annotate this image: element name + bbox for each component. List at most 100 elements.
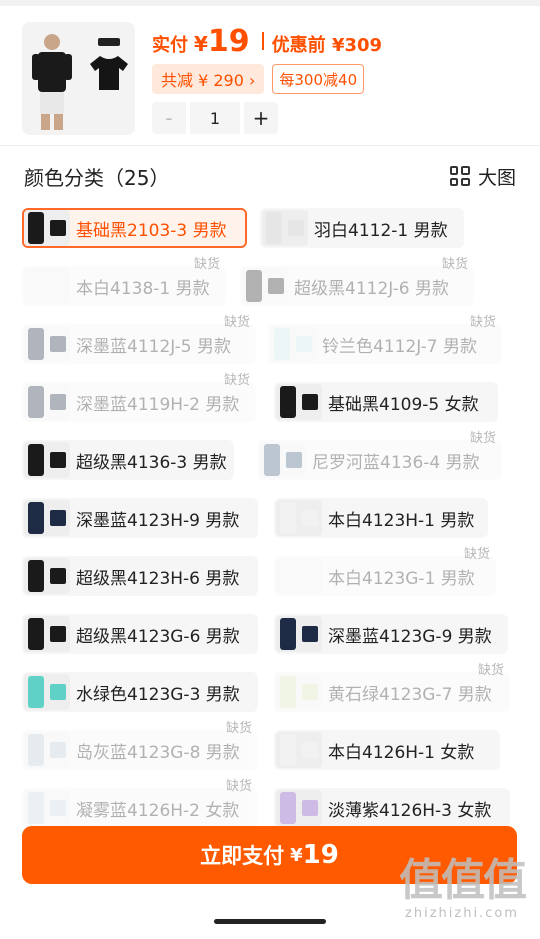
tshirt-icon <box>302 510 318 526</box>
pay-label: 实付 <box>152 35 188 56</box>
color-option[interactable]: 超级黑4123H-6 男款 <box>22 556 258 596</box>
color-option[interactable]: 深墨蓝4123H-9 男款 <box>22 498 258 538</box>
option-thumbnail <box>24 210 70 246</box>
grid-icon <box>449 166 470 186</box>
option-label: 本白4123H-1 男款 <box>328 510 475 531</box>
model-figure <box>274 328 290 360</box>
tshirt-icon <box>50 626 66 642</box>
model-figure <box>28 560 44 592</box>
color-option[interactable]: 深墨蓝4112J-5 男款 缺货 <box>22 315 256 364</box>
option-label: 黄石绿4123G-7 男款 <box>328 684 492 705</box>
total-discount-chip[interactable]: 共减 ¥ 290 › <box>152 64 265 94</box>
color-option[interactable]: 深墨蓝4119H-2 男款 缺货 <box>22 373 256 422</box>
option-thumbnail <box>242 268 288 304</box>
tshirt-icon <box>50 800 66 816</box>
color-option[interactable]: 黄石绿4123G-7 男款 缺货 <box>274 663 510 712</box>
option-thumbnail <box>260 442 306 478</box>
model-figure <box>28 618 44 650</box>
tshirt-icon <box>302 394 318 410</box>
color-option[interactable]: 淡薄紫4126H-3 女款 <box>274 788 510 828</box>
option-thumbnail <box>24 790 70 826</box>
brand-tag <box>98 38 120 46</box>
out-of-stock-tag: 缺货 <box>193 257 220 272</box>
tshirt-icon <box>296 336 312 352</box>
color-option[interactable]: 岛灰蓝4123G-8 男款 缺货 <box>22 721 258 770</box>
big-image-label: 大图 <box>477 166 516 189</box>
option-thumbnail <box>24 500 70 536</box>
out-of-stock-tag: 缺货 <box>469 431 496 446</box>
option-thumbnail <box>276 790 322 826</box>
pay-currency: ¥ <box>194 32 208 56</box>
model-figure <box>28 386 44 418</box>
model-figure <box>266 212 282 244</box>
out-of-stock-tag: 缺货 <box>469 315 496 330</box>
color-option[interactable]: 基础黑2103-3 男款 <box>22 208 247 248</box>
color-option[interactable]: 本白4123H-1 男款 <box>274 498 488 538</box>
color-option[interactable]: 水绿色4123G-3 男款 <box>22 672 258 712</box>
price-divider <box>261 32 264 50</box>
tshirt-icon <box>50 394 66 410</box>
out-of-stock-tag: 缺货 <box>225 721 252 736</box>
quantity-stepper: - 1 + <box>152 102 278 134</box>
price-row: 实付 ¥ 19 优惠前 ¥309 <box>152 24 382 59</box>
model-figure <box>28 212 44 244</box>
color-option[interactable]: 尼罗河蓝4136-4 男款 缺货 <box>258 431 502 480</box>
home-indicator[interactable] <box>214 919 326 924</box>
color-option[interactable]: 羽白4112-1 男款 <box>260 208 464 248</box>
pay-button-amount: 19 <box>302 840 339 870</box>
option-thumbnail <box>24 616 70 652</box>
big-image-toggle[interactable]: 大图 <box>449 163 516 190</box>
model-figure <box>32 34 72 130</box>
model-figure <box>280 734 296 766</box>
color-option[interactable]: 超级黑4136-3 男款 <box>22 440 234 480</box>
decrease-button[interactable]: - <box>152 102 186 134</box>
option-label: 超级黑4112J-6 男款 <box>294 278 450 299</box>
out-of-stock-tag: 缺货 <box>223 373 250 388</box>
tshirt-icon <box>50 684 66 700</box>
option-label: 深墨蓝4123G-9 男款 <box>328 626 492 647</box>
promo-chip[interactable]: 每300减40 <box>272 64 365 94</box>
pay-button-currency: ¥ <box>290 844 303 866</box>
option-thumbnail <box>270 326 316 362</box>
color-option[interactable]: 基础黑4109-5 女款 <box>274 382 498 422</box>
color-option[interactable]: 超级黑4123G-6 男款 <box>22 614 258 654</box>
option-thumbnail <box>24 326 70 362</box>
option-label: 本白4123G-1 男款 <box>328 568 475 589</box>
option-label: 超级黑4123G-6 男款 <box>76 626 240 647</box>
tshirt-icon <box>50 336 66 352</box>
option-label: 基础黑4109-5 女款 <box>328 394 479 415</box>
option-thumbnail <box>24 384 70 420</box>
model-figure <box>280 502 296 534</box>
out-of-stock-tag: 缺货 <box>223 315 250 330</box>
color-option[interactable]: 凝雾蓝4126H-2 女款 缺货 <box>22 779 258 828</box>
tshirt-icon <box>268 278 284 294</box>
model-figure <box>246 270 262 302</box>
tshirt-icon <box>288 220 304 236</box>
increase-button[interactable]: + <box>244 102 278 134</box>
color-option[interactable]: 超级黑4112J-6 男款 缺货 <box>240 257 474 306</box>
tshirt-icon <box>50 568 66 584</box>
option-thumbnail <box>276 616 322 652</box>
model-figure <box>280 386 296 418</box>
model-figure <box>28 270 44 302</box>
color-option[interactable]: 铃兰色4112J-7 男款 缺货 <box>268 315 502 364</box>
tshirt-icon <box>286 452 302 468</box>
product-thumbnail[interactable] <box>22 22 135 135</box>
option-label: 羽白4112-1 男款 <box>314 220 448 241</box>
tshirt-icon <box>302 800 318 816</box>
option-thumbnail <box>24 442 70 478</box>
color-option[interactable]: 本白4126H-1 女款 <box>274 730 500 770</box>
color-option[interactable]: 本白4138-1 男款 缺货 <box>22 257 226 306</box>
watermark-url: zhizhizhi.com <box>405 906 519 921</box>
model-figure <box>280 618 296 650</box>
model-figure <box>280 560 296 592</box>
quantity-value[interactable]: 1 <box>190 102 240 134</box>
color-option[interactable]: 本白4123G-1 男款 缺货 <box>274 547 496 596</box>
option-label: 深墨蓝4112J-5 男款 <box>76 336 232 357</box>
option-label: 深墨蓝4119H-2 男款 <box>76 394 240 415</box>
color-option[interactable]: 深墨蓝4123G-9 男款 <box>274 614 508 654</box>
option-thumbnail <box>262 210 308 246</box>
option-label: 本白4126H-1 女款 <box>328 742 475 763</box>
option-thumbnail <box>276 732 322 768</box>
option-thumbnail <box>276 384 322 420</box>
